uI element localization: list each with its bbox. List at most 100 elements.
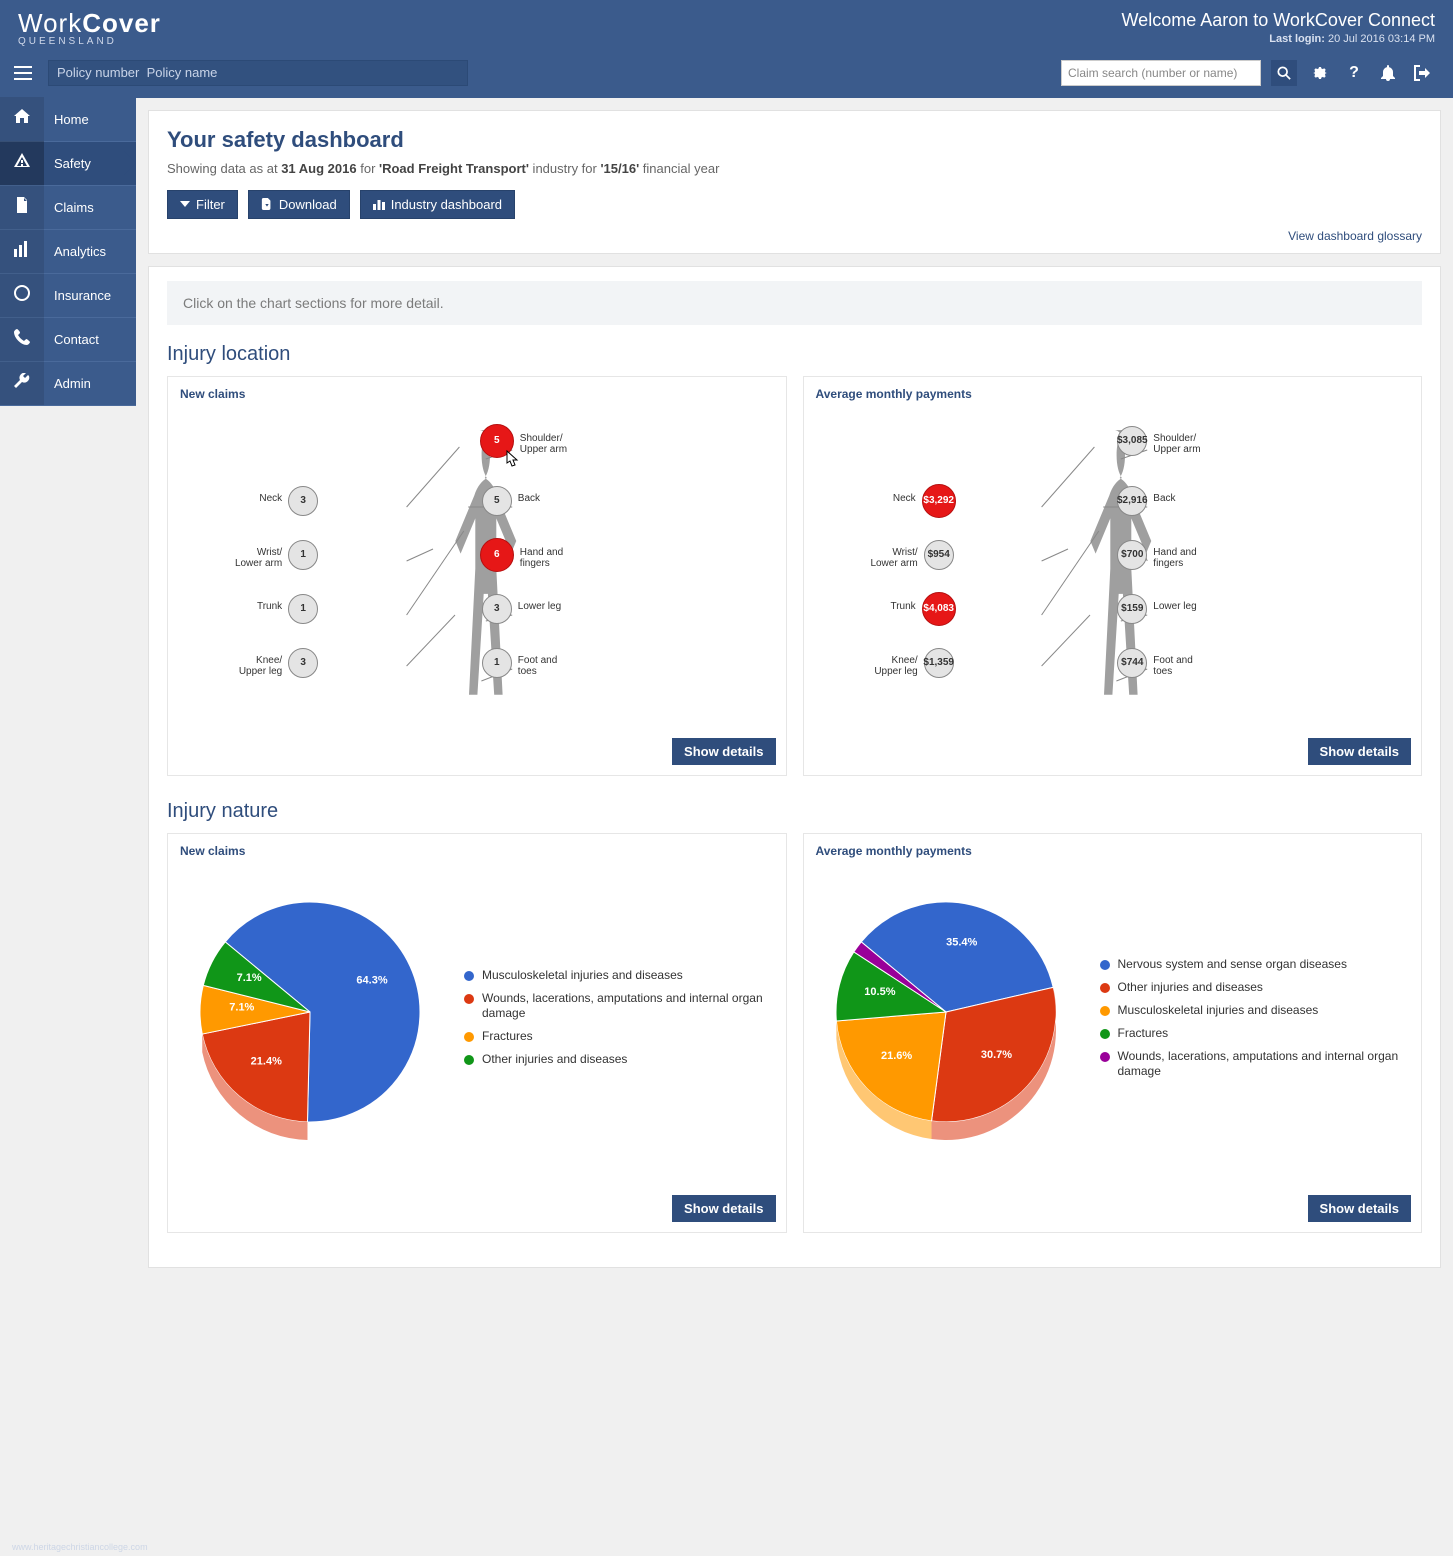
brand: WorkCover QUEENSLAND xyxy=(18,10,161,48)
legend-label: Fractures xyxy=(482,1029,533,1044)
bodymap-label-lowerleg: Lower leg xyxy=(518,601,561,612)
pie-chart[interactable]: 64.3%21.4%7.1%7.1% xyxy=(180,892,440,1152)
pie-slice[interactable] xyxy=(836,1012,946,1121)
logout-icon xyxy=(1414,65,1430,81)
help-button[interactable]: ? xyxy=(1341,60,1367,86)
show-details-button[interactable]: Show details xyxy=(1308,1195,1411,1222)
bodymap-bubble-neck[interactable]: $3,292 xyxy=(922,484,956,518)
bodymap-bubble-foot[interactable]: 1 xyxy=(482,648,512,678)
wrench-icon xyxy=(14,373,30,394)
legend-label: Other injuries and diseases xyxy=(482,1052,627,1067)
last-login: Last login: 20 Jul 2016 03:14 PM xyxy=(1122,33,1435,45)
page-title: Your safety dashboard xyxy=(167,127,1422,153)
bodymap-bubble-back[interactable]: $2,916 xyxy=(1117,486,1147,516)
injury-location-new-claims-card: New claims 5Shoulder/Upper arm5Back6Hand… xyxy=(167,376,787,776)
claim-search-input[interactable] xyxy=(1061,60,1261,86)
search-icon xyxy=(1277,66,1291,80)
section-title-injury-nature: Injury nature xyxy=(167,800,1422,823)
bodymap-label-shoulder: Shoulder/Upper arm xyxy=(1153,433,1200,455)
bell-icon xyxy=(1380,65,1396,81)
sidebar-item-home[interactable]: Home xyxy=(0,98,136,142)
claim-search-button[interactable] xyxy=(1271,60,1297,86)
sidebar-item-analytics[interactable]: Analytics xyxy=(0,230,136,274)
show-details-button[interactable]: Show details xyxy=(672,1195,775,1222)
bodymap-bubble-knee[interactable]: $1,359 xyxy=(924,648,954,678)
sidebar-item-label: Insurance xyxy=(54,288,111,303)
bodymap-bubble-shoulder[interactable]: $3,085 xyxy=(1117,426,1147,456)
file-icon xyxy=(14,197,30,218)
settings-button[interactable] xyxy=(1307,60,1333,86)
bodymap-label-back: Back xyxy=(518,493,540,504)
sidebar-item-admin[interactable]: Admin xyxy=(0,362,136,406)
bodymap-bubble-back[interactable]: 5 xyxy=(482,486,512,516)
sidebar-item-label: Home xyxy=(54,112,89,127)
sidebar-item-contact[interactable]: Contact xyxy=(0,318,136,362)
top-header: WorkCover QUEENSLAND Welcome Aaron to Wo… xyxy=(0,0,1453,52)
legend-item: Other injuries and diseases xyxy=(1100,980,1410,995)
injury-nature-new-claims-card: New claims 64.3%21.4%7.1%7.1% Musculoske… xyxy=(167,833,787,1233)
notifications-button[interactable] xyxy=(1375,60,1401,86)
policy-search-input[interactable] xyxy=(48,60,468,86)
legend-item: Fractures xyxy=(464,1029,774,1044)
bars-icon xyxy=(14,241,30,262)
bodymap-bubble-wrist[interactable]: 1 xyxy=(288,540,318,570)
sidebar: Home Safety ClaimsAnalytics Insurance Contac… xyxy=(0,98,136,406)
help-icon: ? xyxy=(1349,64,1359,82)
pie-slice-label: 30.7% xyxy=(980,1049,1011,1061)
bodymap-bubble-hand[interactable]: $700 xyxy=(1117,540,1147,570)
pie-legend: Nervous system and sense organ diseases O… xyxy=(1100,957,1410,1087)
logout-button[interactable] xyxy=(1409,60,1435,86)
pie-chart[interactable]: 35.4%30.7%21.6%10.5% xyxy=(816,892,1076,1152)
pie-slice-label: 21.4% xyxy=(251,1055,282,1067)
glossary-link[interactable]: View dashboard glossary xyxy=(1288,229,1422,243)
bodymap-label-trunk: Trunk xyxy=(228,601,282,612)
legend-label: Other injuries and diseases xyxy=(1118,980,1263,995)
legend-swatch xyxy=(464,1055,474,1065)
filter-button[interactable]: Filter xyxy=(167,190,238,219)
sidebar-item-label: Contact xyxy=(54,332,99,347)
legend-label: Musculoskeletal injuries and diseases xyxy=(482,968,683,983)
bodymap-bubble-wrist[interactable]: $954 xyxy=(924,540,954,570)
sidebar-item-claims[interactable]: Claims xyxy=(0,186,136,230)
download-button[interactable]: Download xyxy=(248,190,350,219)
bodymap-label-neck: Neck xyxy=(862,493,916,504)
bodymap-bubble-foot[interactable]: $744 xyxy=(1117,648,1147,678)
bodymap-bubble-trunk[interactable]: 1 xyxy=(288,594,318,624)
sidebar-item-insurance[interactable]: Insurance xyxy=(0,274,136,318)
brand-word1: Work xyxy=(18,8,82,38)
sidebar-item-label: Safety xyxy=(54,156,91,171)
page-subtitle: Showing data as at 31 Aug 2016 for 'Road… xyxy=(167,161,1422,176)
pie-slice-label: 35.4% xyxy=(946,936,977,948)
bodymap-bubble-lowerleg[interactable]: 3 xyxy=(482,594,512,624)
card-title: New claims xyxy=(180,844,774,858)
bodymap-label-hand: Hand andfingers xyxy=(1153,547,1196,569)
legend-swatch xyxy=(1100,1052,1110,1062)
brand-sub: QUEENSLAND xyxy=(18,37,161,48)
bodymap-label-wrist: Wrist/Lower arm xyxy=(228,547,282,569)
bodymap-bubble-trunk[interactable]: $4,083 xyxy=(922,592,956,626)
download-icon xyxy=(261,198,273,210)
shield-icon xyxy=(14,285,30,306)
bodymap-bubble-lowerleg[interactable]: $159 xyxy=(1117,594,1147,624)
welcome-text: Welcome Aaron to WorkCover Connect xyxy=(1122,10,1435,31)
sidebar-item-label: Admin xyxy=(54,376,91,391)
show-details-button[interactable]: Show details xyxy=(672,738,775,765)
legend-item: Musculoskeletal injuries and diseases xyxy=(464,968,774,983)
bodymap-label-back: Back xyxy=(1153,493,1175,504)
legend-label: Fractures xyxy=(1118,1026,1169,1041)
info-banner: Click on the chart sections for more det… xyxy=(167,281,1422,325)
dashboard-header-panel: Your safety dashboard Showing data as at… xyxy=(148,110,1441,254)
hamburger-icon[interactable] xyxy=(8,58,38,88)
bodymap-bubble-shoulder[interactable]: 5 xyxy=(480,424,514,458)
show-details-button[interactable]: Show details xyxy=(1308,738,1411,765)
pie-slice-label: 21.6% xyxy=(880,1050,911,1062)
legend-label: Nervous system and sense organ diseases xyxy=(1118,957,1347,972)
legend-swatch xyxy=(1100,1006,1110,1016)
sidebar-item-safety[interactable]: Safety xyxy=(0,142,136,186)
bodymap-label-knee: Knee/Upper leg xyxy=(228,655,282,677)
industry-dashboard-button[interactable]: Industry dashboard xyxy=(360,190,515,219)
bodymap-bubble-hand[interactable]: 6 xyxy=(480,538,514,572)
bodymap-bubble-knee[interactable]: 3 xyxy=(288,648,318,678)
bodymap-bubble-neck[interactable]: 3 xyxy=(288,486,318,516)
pie-legend: Musculoskeletal injuries and diseasesWou… xyxy=(464,968,774,1075)
